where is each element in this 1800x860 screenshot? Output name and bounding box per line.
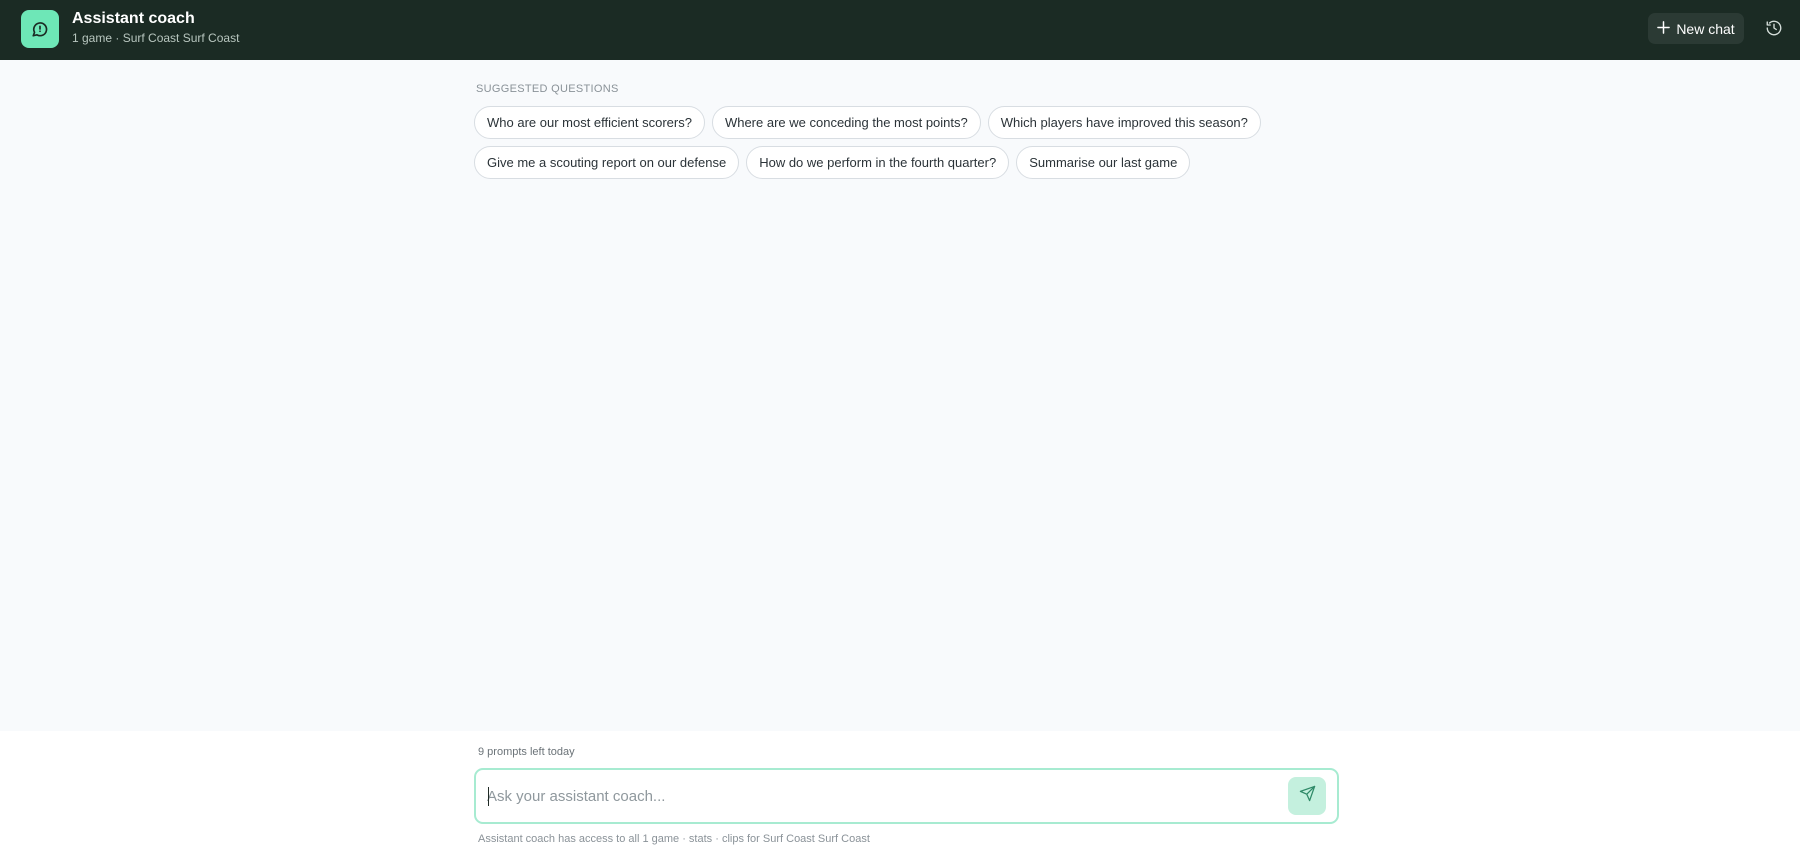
composer-area: 9 prompts left today Assistant coach has… [0,731,1800,860]
chat-input[interactable] [487,782,1267,810]
new-chat-label: New chat [1676,20,1735,37]
app-title: Assistant coach [72,10,195,27]
send-button[interactable] [1288,777,1326,815]
suggestion-row: Give me a scouting report on our defense… [474,146,1191,179]
send-icon [1299,785,1316,807]
suggestions-heading: SUGGESTED QUESTIONS [476,83,619,95]
plus-icon [1657,20,1671,37]
chat-input-box[interactable] [474,768,1339,824]
suggestion-chip[interactable]: Which players have improved this season? [987,106,1261,139]
app-subtitle: 1 game · Surf Coast Surf Coast [72,31,240,45]
suggestion-chip[interactable]: Summarise our last game [1016,146,1191,179]
suggestion-row: Who are our most efficient scorers? Wher… [474,106,1261,139]
suggestion-chip[interactable]: How do we perform in the fourth quarter? [746,146,1010,179]
suggestion-chip[interactable]: Where are we conceding the most points? [711,106,981,139]
suggestion-chip[interactable]: Give me a scouting report on our defense [474,146,740,179]
top-bar: Assistant coach 1 game · Surf Coast Surf… [0,0,1800,60]
prompts-left-counter: 9 prompts left today [478,746,575,758]
history-icon[interactable] [1762,16,1786,40]
suggestion-chip[interactable]: Who are our most efficient scorers? [474,106,705,139]
chat-bubble-icon [21,10,59,48]
new-chat-button[interactable]: New chat [1648,13,1744,44]
text-caret [488,787,489,806]
access-footnote: Assistant coach has access to all 1 game… [478,833,870,845]
